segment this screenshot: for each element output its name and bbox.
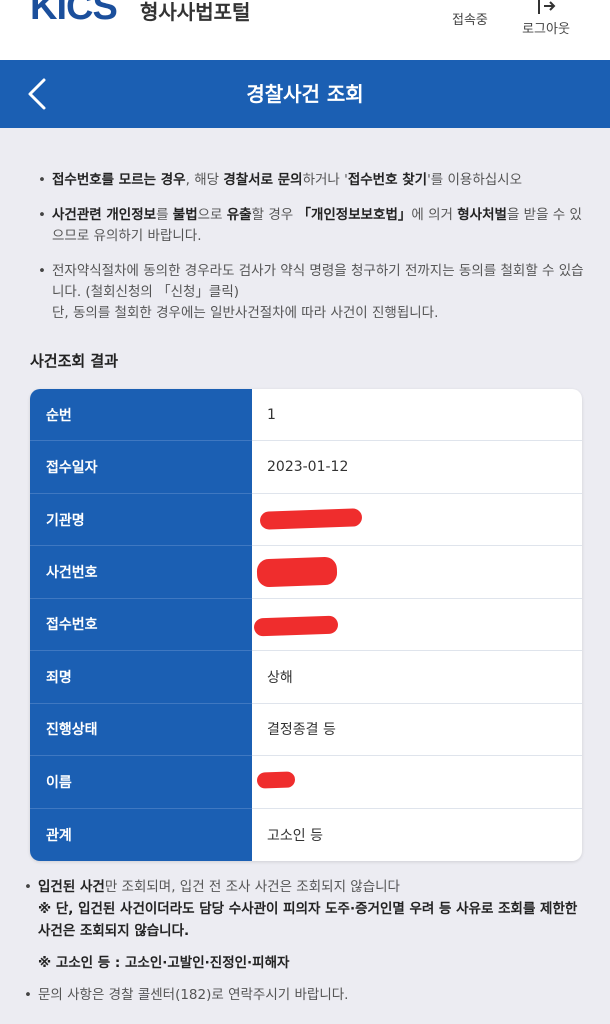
notice-text: 유출	[226, 207, 252, 223]
page-title: 경찰사건 조회	[246, 82, 364, 106]
row-value-text: 1	[267, 406, 276, 423]
notice-item: 전자약식절차에 동의한 경우라도 검사가 약식 명령을 청구하기 전까지는 동의…	[38, 261, 588, 324]
footnote-text: 만 조회되며, 입건 전 조사 사건은 조회되지 않습니다	[104, 879, 400, 895]
row-value-text: 상해	[267, 669, 293, 686]
top-bar: KICS 형사사법포털 접속중 로그아웃	[0, 0, 610, 60]
notice-text: 단, 동의를 철회한 경우에는 일반사건절차에 따라 사건이 진행됩니다.	[52, 305, 439, 321]
logout-icon	[538, 0, 556, 14]
footnote-text: 입건된 사건	[38, 879, 105, 895]
notice-item: 접수번호를 모르는 경우, 해당 경찰서로 문의하거나 '접수번호 찾기'를 이…	[38, 170, 588, 191]
notice-text: 하거나 '	[302, 172, 348, 188]
row-label: 관계	[30, 808, 252, 861]
logout-label: 로그아웃	[522, 22, 570, 37]
row-label: 기관명	[30, 493, 252, 547]
row-value	[252, 494, 582, 545]
row-value: 2023-01-12	[252, 441, 582, 492]
title-bar: 경찰사건 조회	[0, 60, 610, 128]
row-value: 고소인 등	[252, 809, 582, 861]
table-row: 기관명	[30, 493, 582, 547]
notice-text: , 해당	[185, 172, 224, 188]
notice-text: 전자약식절차에 동의한 경우라도 검사가 약식 명령을 청구하기 전까지는 동의…	[52, 263, 584, 300]
row-label: 이름	[30, 756, 252, 809]
redaction-mark	[256, 556, 338, 588]
row-label: 접수번호	[30, 598, 252, 652]
table-row: 순번 1	[30, 389, 582, 442]
notice-text: 접수번호 찾기	[347, 172, 428, 188]
table-row: 이름	[30, 756, 582, 809]
row-value: 1	[252, 389, 582, 440]
table-row: 접수번호	[30, 598, 582, 652]
row-value-text: 결정종결 등	[267, 722, 336, 739]
footnote-item: 입건된 사건만 조회되며, 입건 전 조사 사건은 조회되지 않습니다	[24, 876, 594, 898]
result-table: 순번 1 접수일자 2023-01-12 기관명 사건번호 접수번호 죄명 상해진행상태 결정종결…	[30, 389, 582, 861]
kics-logo: KICS	[30, 0, 118, 28]
footnote-item: ※ 고소인 등 : 고소인·고발인·진정인·피해자	[38, 955, 290, 971]
notice-list: 접수번호를 모르는 경우, 해당 경찰서로 문의하거나 '접수번호 찾기'를 이…	[38, 170, 588, 338]
notice-text: 에 의거	[411, 207, 458, 223]
redaction-mark	[259, 508, 363, 530]
table-row: 사건번호	[30, 546, 582, 599]
notice-text: 형사처벌	[457, 207, 507, 223]
row-value-text: 고소인 등	[267, 827, 323, 844]
table-row: 진행상태 결정종결 등	[30, 703, 582, 757]
footnote-item: 문의 사항은 경찰 콜센터(182)로 연락주시기 바랍니다.	[24, 984, 594, 1006]
portal-name: 형사사법포털	[140, 0, 251, 24]
notice-text: 「개인정보보호법」	[297, 207, 412, 223]
notice-text: 를	[156, 207, 173, 223]
row-value-text: 2023-01-12	[267, 459, 349, 476]
row-label: 진행상태	[30, 703, 252, 757]
redaction-mark	[253, 615, 339, 637]
row-label: 접수일자	[30, 441, 252, 494]
notice-text: 할 경우	[251, 207, 298, 223]
notice-text: 으로	[197, 207, 227, 223]
footnote-item: ※ 단, 입건된 사건이더라도 담당 수사관이 피의자 도주·증거인멸 우려 등…	[38, 901, 578, 939]
row-label: 죄명	[30, 651, 252, 704]
footnotes: 입건된 사건만 조회되며, 입건 전 조사 사건은 조회되지 않습니다 ※ 단,…	[24, 876, 594, 1006]
row-label: 사건번호	[30, 546, 252, 599]
notice-item: 사건관련 개인정보를 불법으로 유출할 경우 「개인정보보호법」에 의거 형사처…	[38, 205, 588, 247]
row-label: 순번	[30, 389, 252, 442]
connection-status: 접속중	[452, 13, 488, 28]
row-value	[252, 546, 582, 597]
logout-button[interactable]: 로그아웃	[516, 0, 576, 37]
notice-text: '를 이용하십시오	[427, 172, 523, 188]
row-value: 상해	[252, 651, 582, 702]
notice-text: 사건관련 개인정보	[52, 207, 157, 223]
row-value	[252, 599, 582, 650]
table-row: 관계 고소인 등	[30, 808, 582, 861]
table-row: 죄명 상해	[30, 651, 582, 704]
notice-text: 불법	[172, 207, 198, 223]
table-row: 접수일자 2023-01-12	[30, 441, 582, 494]
row-value	[252, 756, 582, 807]
notice-text: 접수번호를 모르는 경우	[52, 172, 186, 188]
row-value: 결정종결 등	[252, 704, 582, 755]
redaction-mark	[256, 771, 296, 789]
notice-text: 경찰서로 문의	[223, 172, 303, 188]
result-section-title: 사건조회 결과	[30, 352, 119, 370]
